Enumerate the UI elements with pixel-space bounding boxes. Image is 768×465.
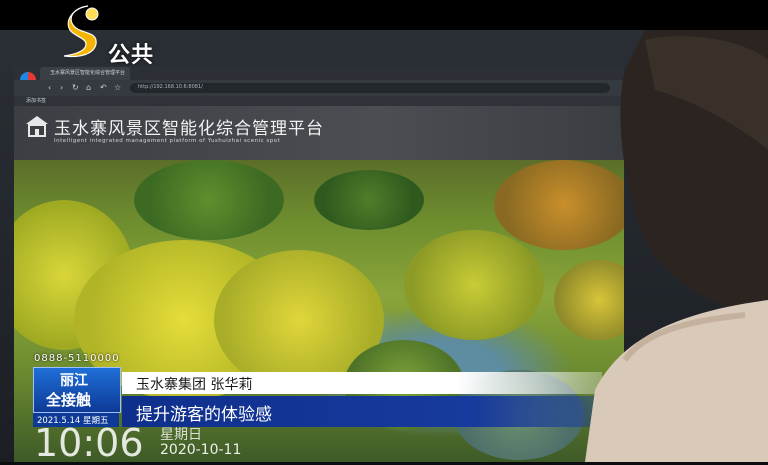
program-date-strip: 2021.5.14 星期五	[33, 413, 119, 427]
forward-icon[interactable]: ›	[60, 83, 63, 92]
platform-logo-icon	[26, 116, 48, 137]
program-name-line2: 全接触	[46, 391, 92, 409]
person-back-of-head	[585, 30, 768, 462]
bookmark-item[interactable]: 添加书签	[26, 97, 46, 104]
address-bar-url: http://192.168.10.6:8081/	[138, 84, 203, 90]
channel-logo-mark	[63, 5, 99, 58]
browser-toolbar: ‹ › ↻ ⌂ ↶ ☆ http://192.168.10.6:8081/	[14, 80, 624, 96]
bookmarks-bar: 添加书签	[14, 96, 624, 106]
star-icon[interactable]: ☆	[114, 83, 121, 92]
screen-clock-time: 10:06	[34, 421, 144, 465]
channel-name: 公共	[108, 43, 155, 68]
screen-clock-date: 2020-10-11	[160, 442, 242, 458]
back-icon[interactable]: ‹	[48, 83, 51, 92]
program-logo: 丽江 全接触	[33, 367, 121, 413]
platform-subtitle: Intelligent integrated management platfo…	[54, 138, 281, 144]
program-name-line1: 丽江	[60, 373, 88, 389]
reload-icon[interactable]: ↻	[72, 83, 79, 92]
tree-foliage	[134, 160, 284, 240]
speaker-nameplate: 玉水寨集团 张华莉	[122, 372, 602, 394]
screen-clock-weekday: 星期日	[160, 427, 202, 443]
hotline-number: 0888-5110000	[34, 353, 120, 364]
undo-icon[interactable]: ↶	[100, 83, 107, 92]
channel-logo: 公共	[58, 4, 154, 68]
caption-text: 提升游客的体验感	[136, 405, 272, 425]
platform-title: 玉水寨风景区智能化综合管理平台	[54, 119, 324, 139]
home-icon[interactable]: ⌂	[86, 83, 91, 92]
browser-tab-strip: 玉水寨风景区智能化综合管理平台	[14, 66, 624, 88]
speaker-name: 玉水寨集团 张华莉	[136, 377, 253, 393]
browser-tab-title: 玉水寨风景区智能化综合管理平台	[50, 70, 126, 76]
platform-header: 玉水寨风景区智能化综合管理平台 Intelligent integrated m…	[14, 106, 624, 160]
tree-foliage	[404, 230, 544, 340]
program-date: 2021.5.14 星期五	[37, 416, 109, 426]
tree-foliage	[314, 170, 424, 230]
address-bar[interactable]: http://192.168.10.6:8081/	[130, 83, 610, 93]
caption-bar: 提升游客的体验感	[122, 396, 622, 427]
